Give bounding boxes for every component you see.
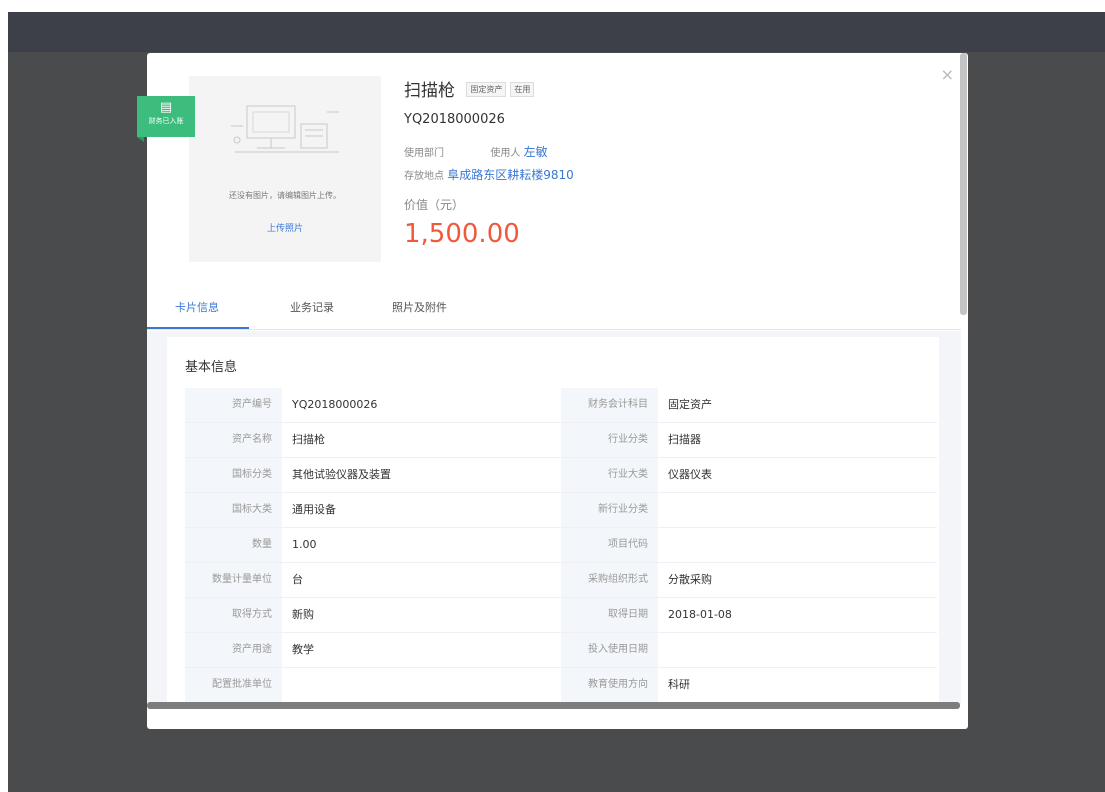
- field-value: 固定资产: [668, 398, 712, 411]
- photo-placeholder: 还没有图片，请编辑图片上传。 上传照片: [189, 76, 381, 262]
- vertical-scrollbar[interactable]: [960, 53, 967, 315]
- field-value: 台: [292, 573, 303, 586]
- field-label: 行业大类: [561, 458, 658, 492]
- tab-card-info[interactable]: 卡片信息: [175, 299, 219, 315]
- field-value: 仪器仪表: [668, 468, 712, 481]
- field-value: 2018-01-08: [668, 608, 732, 621]
- field-value: 教学: [292, 643, 314, 656]
- info-row: 数量计量单位 台 采购组织形式 分散采购: [185, 563, 937, 598]
- field-label: 投入使用日期: [561, 633, 658, 667]
- location-label: 存放地点: [404, 171, 444, 182]
- active-tab-indicator: [147, 327, 249, 329]
- category-tag: 固定资产: [466, 81, 507, 97]
- field-value: 科研: [668, 678, 690, 691]
- field-label: 项目代码: [561, 528, 658, 562]
- field-value: 1.00: [292, 538, 317, 551]
- info-row: 资产编号 YQ2018000026 财务会计科目 固定资产: [185, 388, 937, 423]
- field-label: 国标大类: [185, 493, 282, 527]
- field-value: 扫描枪: [292, 433, 325, 446]
- image-placeholder-icon: [231, 105, 339, 153]
- field-label: 资产名称: [185, 423, 282, 457]
- field-label: 配置批准单位: [185, 668, 282, 702]
- field-label: 资产编号: [185, 388, 282, 422]
- status-tag: 在用: [510, 81, 535, 97]
- finance-booked-stamp: ▤ 财务已入账: [137, 96, 195, 142]
- asset-title: 扫描枪 固定资产 在用: [404, 76, 535, 101]
- field-value: 其他试验仪器及装置: [292, 468, 391, 481]
- field-label: 取得方式: [185, 598, 282, 632]
- app-header-dimmed: [8, 12, 1105, 52]
- tab-content: 基本信息 资产编号 YQ2018000026 财务会计科目 固定资产 资产名称 …: [147, 331, 961, 707]
- field-value: YQ2018000026: [292, 398, 378, 411]
- field-value: 扫描器: [668, 433, 701, 446]
- info-row: 取得方式 新购 取得日期 2018-01-08: [185, 598, 937, 633]
- info-row: 国标大类 通用设备 新行业分类: [185, 493, 937, 528]
- field-label: 国标分类: [185, 458, 282, 492]
- asset-code: YQ2018000026: [404, 112, 505, 127]
- location-row: 存放地点 阜成路东区耕耘楼9810: [404, 166, 574, 183]
- field-label: 教育使用方向: [561, 668, 658, 702]
- field-value: 新购: [292, 608, 314, 621]
- value-amount: 1,500.00: [404, 219, 520, 249]
- document-icon: ▤: [159, 100, 173, 115]
- info-row: 数量 1.00 项目代码: [185, 528, 937, 563]
- field-label: 行业分类: [561, 423, 658, 457]
- value-label: 价值（元）: [404, 198, 465, 212]
- horizontal-scrollbar[interactable]: [147, 702, 960, 709]
- asset-detail-modal: × 还没有图片，请编辑图片上传。 上传照片 扫描枪 固定资产 在用 YQ20180…: [147, 53, 968, 729]
- asset-name: 扫描枪: [404, 81, 455, 101]
- user-value[interactable]: 左敏: [524, 145, 548, 159]
- info-row: 资产用途 教学 投入使用日期: [185, 633, 937, 668]
- location-value[interactable]: 阜成路东区耕耘楼9810: [447, 168, 574, 182]
- user-label: 使用人: [490, 148, 521, 159]
- dept-user-row: 使用部门 使用人 左敏: [404, 143, 548, 160]
- field-label: 新行业分类: [561, 493, 658, 527]
- field-value: 分散采购: [668, 573, 712, 586]
- basic-info-card: 基本信息 资产编号 YQ2018000026 财务会计科目 固定资产 资产名称 …: [167, 337, 939, 707]
- field-value: 通用设备: [292, 503, 336, 516]
- field-label: 取得日期: [561, 598, 658, 632]
- stamp-text: 财务已入账: [148, 117, 184, 125]
- dept-label: 使用部门: [404, 148, 444, 159]
- field-label: 资产用途: [185, 633, 282, 667]
- tab-business-records[interactable]: 业务记录: [290, 299, 334, 315]
- tab-bar: 卡片信息 业务记录 照片及附件: [147, 291, 961, 330]
- info-row: 配置批准单位 教育使用方向 科研: [185, 668, 937, 703]
- field-label: 采购组织形式: [561, 563, 658, 597]
- info-row: 资产名称 扫描枪 行业分类 扫描器: [185, 423, 937, 458]
- info-row: 国标分类 其他试验仪器及装置 行业大类 仪器仪表: [185, 458, 937, 493]
- upload-photo-link[interactable]: 上传照片: [189, 221, 381, 234]
- tab-photos-attachments[interactable]: 照片及附件: [392, 299, 447, 315]
- close-icon[interactable]: ×: [941, 65, 954, 84]
- field-label: 财务会计科目: [561, 388, 658, 422]
- field-label: 数量计量单位: [185, 563, 282, 597]
- field-label: 数量: [185, 528, 282, 562]
- section-title: 基本信息: [185, 360, 238, 375]
- no-photo-text: 还没有图片，请编辑图片上传。: [229, 191, 341, 200]
